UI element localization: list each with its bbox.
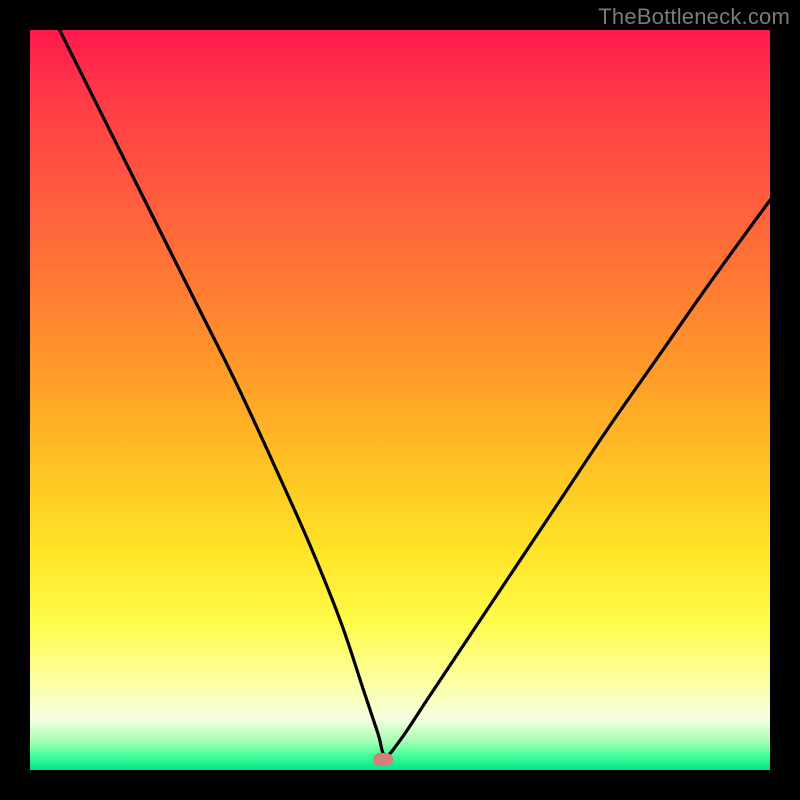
chart-frame: TheBottleneck.com [0,0,800,800]
minimum-marker [373,753,393,766]
bottleneck-curve [30,30,770,770]
watermark-text: TheBottleneck.com [598,4,790,30]
plot-area [30,30,770,770]
